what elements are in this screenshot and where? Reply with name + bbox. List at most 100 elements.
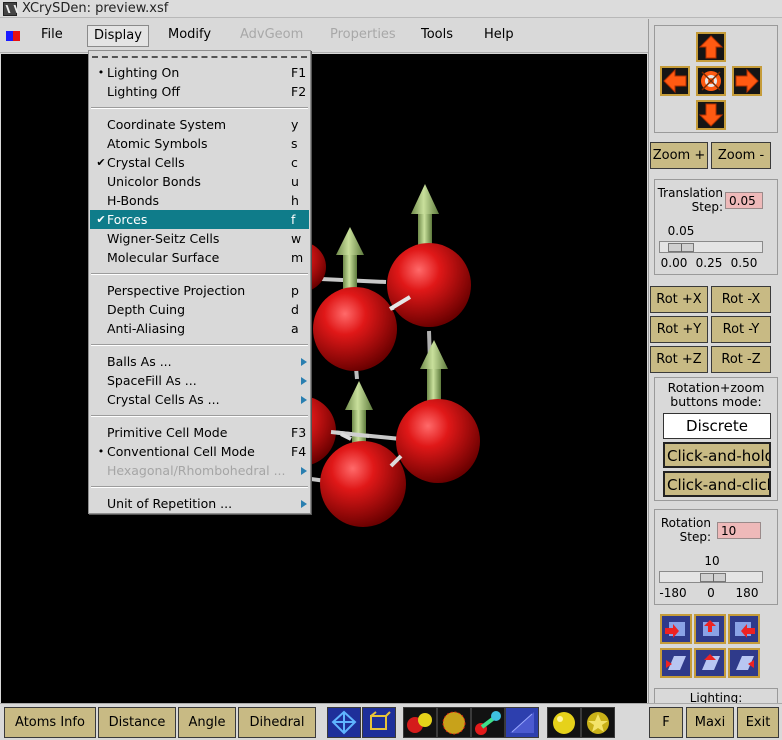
rotation-scale[interactable] — [659, 571, 763, 583]
angle-button[interactable]: Angle — [178, 707, 236, 738]
cell-icon — [370, 711, 391, 730]
reset-view-button[interactable] — [696, 66, 726, 96]
menu-help[interactable]: Help — [478, 25, 520, 47]
menu-item-molecular-surface[interactable]: Molecular Surface m — [90, 248, 309, 267]
menu-modify[interactable]: Modify — [162, 25, 217, 47]
translation-scale[interactable] — [659, 241, 763, 253]
rotation-scale-handle[interactable] — [700, 573, 726, 582]
view-plane-3-button[interactable] — [728, 648, 760, 678]
radio-indicator: • — [97, 66, 105, 79]
buttons-mode-label: Rotation+zoom buttons mode: — [667, 380, 765, 409]
rot-plus-z-button[interactable]: Rot +Z — [650, 346, 708, 373]
menu-item-lighting-off[interactable]: Lighting Off F2 — [90, 82, 309, 101]
sticks-mode-button[interactable] — [471, 707, 505, 738]
window-title: XCrySDen: preview.xsf — [22, 1, 169, 16]
mode-discrete-button[interactable]: Discrete — [663, 413, 771, 439]
mode-click-and-hold-button[interactable]: Click-and-hold — [663, 442, 771, 468]
maxi-button[interactable]: Maxi — [686, 707, 734, 738]
menu-item-depth-cuing[interactable]: Depth Cuing d — [90, 300, 309, 319]
rot-minus-y-button[interactable]: Rot -Y — [711, 316, 771, 343]
zoom-out-button[interactable]: Zoom - — [711, 142, 771, 169]
lighting-smooth-button[interactable] — [547, 707, 581, 738]
menu-item-unicolor-bonds[interactable]: Unicolor Bonds u — [90, 172, 309, 191]
submenu-arrow-icon — [301, 396, 307, 404]
menu-item-perspective-projection[interactable]: Perspective Projection p — [90, 281, 309, 300]
menu-item-atomic-symbols[interactable]: Atomic Symbols s — [90, 134, 309, 153]
distance-button[interactable]: Distance — [98, 707, 176, 738]
rot-minus-x-button[interactable]: Rot -X — [711, 286, 771, 313]
pipe-mode-button[interactable] — [362, 707, 396, 738]
menu-item-hexagonal-rhombohedral[interactable]: Hexagonal/Rhombohedral ... — [90, 461, 309, 480]
menu-display[interactable]: Display — [87, 25, 149, 47]
rot-plus-x-button[interactable]: Rot +X — [650, 286, 708, 313]
wireframe-icon — [331, 710, 357, 735]
tick-label: 0.25 — [695, 256, 723, 270]
menu-item-crystal-cells-as[interactable]: Crystal Cells As ... — [90, 390, 309, 409]
app-logo-icon — [6, 31, 20, 41]
translation-scale-value: 0.05 — [667, 224, 695, 238]
menu-properties[interactable]: Properties — [324, 25, 402, 47]
menu-item-spacefill-as[interactable]: SpaceFill As ... — [90, 371, 309, 390]
arrow-up-icon — [698, 35, 724, 59]
menu-item-coordinate-system[interactable]: Coordinate System y — [90, 115, 309, 134]
sticks-icon — [475, 711, 501, 735]
dihedral-button[interactable]: Dihedral — [238, 707, 316, 738]
view-top-button[interactable] — [694, 614, 726, 644]
translation-step-input[interactable]: 0.05 — [725, 192, 763, 209]
target-icon — [701, 71, 721, 91]
app-icon — [3, 2, 17, 16]
mode-click-and-click-button[interactable]: Click-and-click — [663, 471, 771, 497]
view-front-button[interactable] — [660, 614, 692, 644]
menu-advgeom[interactable]: AdvGeom — [234, 25, 309, 47]
title-bar: XCrySDen: preview.xsf — [0, 0, 782, 18]
menu-separator — [91, 415, 308, 417]
ball-stick-mode-button[interactable] — [403, 707, 437, 738]
plane-icon — [736, 656, 754, 670]
menu-tools[interactable]: Tools — [415, 25, 459, 47]
rotation-step-input[interactable]: 10 — [717, 522, 761, 539]
translate-down-button[interactable] — [696, 100, 726, 130]
plane-icon — [702, 654, 720, 670]
lighting-flat-button[interactable] — [581, 707, 615, 738]
menu-item-anti-aliasing[interactable]: Anti-Aliasing a — [90, 319, 309, 338]
arrow-down-icon — [698, 103, 724, 127]
atoms-info-button[interactable]: Atoms Info — [4, 707, 96, 738]
rot-plus-y-button[interactable]: Rot +Y — [650, 316, 708, 343]
translate-pad — [654, 25, 778, 133]
rot-minus-z-button[interactable]: Rot -Z — [711, 346, 771, 373]
translation-scale-handle[interactable] — [668, 243, 694, 252]
translate-right-button[interactable] — [732, 66, 762, 96]
menu-item-conventional-cell-mode[interactable]: • Conventional Cell Mode F4 — [90, 442, 309, 461]
check-icon: ✔ — [96, 213, 106, 226]
translate-left-button[interactable] — [660, 66, 690, 96]
menu-separator — [91, 486, 308, 488]
menu-item-lighting-on[interactable]: • Lighting On F1 — [90, 63, 309, 82]
spacefill-mode-button[interactable] — [437, 707, 471, 738]
menu-item-crystal-cells[interactable]: ✔ Crystal Cells c — [90, 153, 309, 172]
submenu-arrow-icon — [301, 358, 307, 366]
translate-up-button[interactable] — [696, 32, 726, 62]
menu-item-forces[interactable]: ✔ Forces f — [90, 210, 309, 229]
bottom-toolbar: Atoms Info Distance Angle Dihedral F Max… — [0, 703, 782, 740]
menu-item-balls-as[interactable]: Balls As ... — [90, 352, 309, 371]
menu-item-primitive-cell-mode[interactable]: Primitive Cell Mode F3 — [90, 423, 309, 442]
wireframe-mode-button[interactable] — [327, 707, 361, 738]
surface-mode-button[interactable] — [505, 707, 539, 738]
spacefill-icon — [442, 711, 466, 735]
menu-item-wigner-seitz-cells[interactable]: Wigner-Seitz Cells w — [90, 229, 309, 248]
zoom-in-button[interactable]: Zoom + — [650, 142, 708, 169]
f-button[interactable]: F — [649, 707, 683, 738]
menu-item-unit-of-repetition[interactable]: Unit of Repetition ... — [90, 494, 309, 513]
view-plane-1-button[interactable] — [660, 648, 692, 678]
menu-separator — [91, 107, 308, 109]
submenu-arrow-icon — [301, 377, 307, 385]
submenu-arrow-icon — [301, 467, 307, 475]
tear-off-line[interactable] — [92, 56, 307, 58]
exit-button[interactable]: Exit — [737, 707, 779, 738]
plane-icon — [666, 656, 686, 670]
menu-file[interactable]: File — [35, 25, 69, 47]
view-plane-2-button[interactable] — [694, 648, 726, 678]
menu-item-h-bonds[interactable]: H-Bonds h — [90, 191, 309, 210]
view-side-button[interactable] — [728, 614, 760, 644]
sphere-icon — [587, 712, 609, 734]
